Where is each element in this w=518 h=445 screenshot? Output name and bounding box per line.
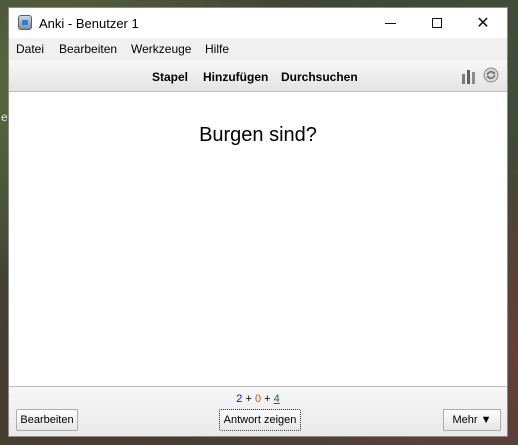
stats-bar-chart-icon[interactable] — [461, 68, 477, 84]
menu-bearbeiten[interactable]: Bearbeiten — [59, 42, 117, 56]
minimize-icon — [385, 23, 396, 24]
review-count: 4 — [273, 393, 280, 405]
close-button[interactable]: ✕ — [460, 8, 506, 38]
desktop-text-fragment: e — [1, 110, 8, 124]
count-separator: + — [245, 393, 252, 405]
edit-button[interactable]: Bearbeiten — [16, 409, 78, 431]
menu-hilfe[interactable]: Hilfe — [205, 42, 229, 56]
top-toolbar: Stapel Hinzufügen Durchsuchen — [9, 60, 507, 92]
learn-count: 0 — [254, 393, 262, 405]
new-count: 2 — [236, 393, 243, 405]
anki-app-icon[interactable] — [18, 15, 32, 30]
close-icon: ✕ — [476, 13, 490, 32]
card-display: Burgen sind? — [9, 92, 507, 386]
bottom-bar: 2 + 0 + 4 Bearbeiten Antwort zeigen Mehr… — [9, 386, 507, 436]
maximize-icon — [432, 18, 442, 28]
menu-bar: Datei Bearbeiten Werkzeuge Hilfe — [9, 38, 507, 60]
sync-icon[interactable] — [483, 67, 499, 83]
more-button[interactable]: Mehr ▼ — [443, 409, 501, 431]
window-title: Anki - Benutzer 1 — [39, 16, 139, 31]
menu-datei[interactable]: Datei — [16, 42, 44, 56]
toolbar-link-stapel[interactable]: Stapel — [152, 70, 188, 84]
due-counts: 2 + 0 + 4 — [9, 393, 507, 405]
maximize-button[interactable] — [414, 8, 460, 38]
anki-main-window: Anki - Benutzer 1 ✕ Datei Bearbeiten Wer… — [8, 7, 508, 437]
minimize-button[interactable] — [368, 8, 414, 38]
show-answer-button[interactable]: Antwort zeigen — [219, 409, 301, 431]
toolbar-link-durchsuchen[interactable]: Durchsuchen — [281, 70, 358, 84]
card-question-text: Burgen sind? — [199, 124, 317, 146]
toolbar-link-hinzufuegen[interactable]: Hinzufügen — [203, 70, 268, 84]
title-bar[interactable]: Anki - Benutzer 1 ✕ — [9, 8, 507, 38]
menu-werkzeuge[interactable]: Werkzeuge — [131, 42, 191, 56]
count-separator: + — [264, 393, 271, 405]
